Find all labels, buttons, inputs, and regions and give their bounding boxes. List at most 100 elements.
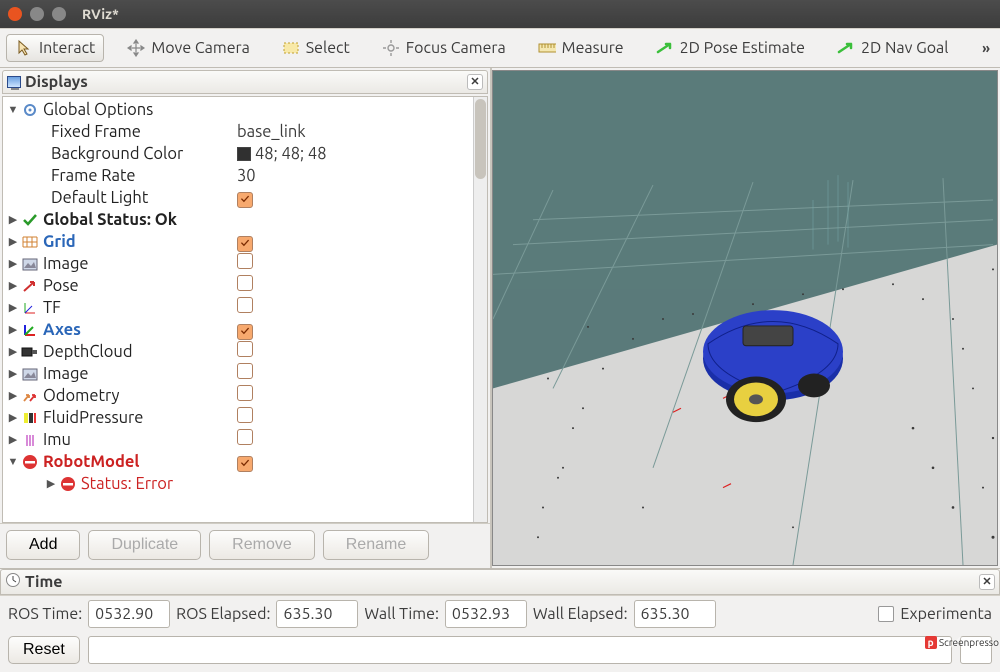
tool-2d-pose-estimate[interactable]: 2D Pose Estimate bbox=[647, 34, 814, 62]
expand-toggle[interactable]: ▶ bbox=[7, 209, 19, 231]
expand-toggle[interactable]: ▶ bbox=[7, 429, 19, 451]
tree-item-image-2[interactable]: ▶ Image bbox=[5, 363, 473, 385]
wall-elapsed-label: Wall Elapsed: bbox=[533, 605, 628, 623]
error-icon bbox=[59, 476, 77, 492]
3d-viewport[interactable] bbox=[492, 70, 998, 566]
tree-item-imu[interactable]: ▶ Imu bbox=[5, 429, 473, 451]
tree-item-global-status[interactable]: ▶ Global Status: Ok bbox=[5, 209, 473, 231]
prop-value[interactable]: 30 bbox=[237, 165, 256, 187]
checkbox[interactable] bbox=[237, 407, 253, 423]
checkbox[interactable] bbox=[237, 341, 253, 357]
checkbox[interactable] bbox=[237, 429, 253, 445]
tree-item-tf[interactable]: ▶ TF bbox=[5, 297, 473, 319]
reset-row: Reset bbox=[0, 632, 1000, 672]
tool-measure[interactable]: Measure bbox=[529, 34, 633, 62]
tree-item-robotmodel-status[interactable]: ▶ Status: Error bbox=[5, 473, 473, 495]
tree-item-fluidpressure[interactable]: ▶ FluidPressure bbox=[5, 407, 473, 429]
expand-toggle[interactable]: ▶ bbox=[7, 363, 19, 385]
window-titlebar: RViz* bbox=[0, 0, 1000, 28]
window-close-button[interactable] bbox=[8, 7, 22, 21]
ros-time-field[interactable]: 0532.90 bbox=[88, 600, 170, 628]
tree-item-pose[interactable]: ▶ Pose bbox=[5, 275, 473, 297]
checkbox[interactable] bbox=[237, 236, 253, 252]
tree-item-depthcloud[interactable]: ▶ DepthCloud bbox=[5, 341, 473, 363]
tree-item-image[interactable]: ▶ Image bbox=[5, 253, 473, 275]
expand-toggle[interactable]: ▶ bbox=[7, 385, 19, 407]
status-bar-short[interactable] bbox=[960, 636, 992, 664]
displays-tree[interactable]: ▼ Global Options Fixed Frame base_link B… bbox=[3, 97, 473, 522]
panel-title: Time bbox=[25, 573, 63, 591]
toolbar-overflow[interactable]: » bbox=[982, 40, 994, 56]
wall-elapsed-field[interactable]: 635.30 bbox=[634, 600, 716, 628]
checkbox[interactable] bbox=[237, 253, 253, 269]
expand-toggle[interactable]: ▶ bbox=[7, 319, 19, 341]
tool-label: Interact bbox=[39, 39, 95, 57]
tool-select[interactable]: Select bbox=[273, 34, 359, 62]
expand-toggle[interactable]: ▶ bbox=[7, 231, 19, 253]
checkbox[interactable] bbox=[237, 275, 253, 291]
panel-close-button[interactable]: ✕ bbox=[467, 74, 483, 90]
checkbox[interactable] bbox=[237, 324, 253, 340]
expand-toggle[interactable]: ▶ bbox=[7, 253, 19, 275]
wall-time-field[interactable]: 0532.93 bbox=[445, 600, 527, 628]
prop-label: Fixed Frame bbox=[51, 121, 141, 143]
tool-label: Measure bbox=[562, 39, 624, 57]
axes-icon bbox=[21, 322, 39, 338]
prop-frame-rate[interactable]: Frame Rate 30 bbox=[5, 165, 473, 187]
tree-label: Grid bbox=[43, 231, 76, 253]
tree-scrollbar[interactable] bbox=[473, 97, 487, 522]
window-maximize-button[interactable] bbox=[52, 7, 66, 21]
tf-icon bbox=[21, 300, 39, 316]
rename-button[interactable]: Rename bbox=[323, 530, 429, 560]
tree-item-axes[interactable]: ▶ Axes bbox=[5, 319, 473, 341]
tree-item-robotmodel[interactable]: ▼ RobotModel bbox=[5, 451, 473, 473]
ros-time-label: ROS Time: bbox=[8, 605, 82, 623]
checkbox[interactable] bbox=[237, 297, 253, 313]
expand-toggle[interactable]: ▼ bbox=[7, 99, 19, 121]
expand-toggle[interactable]: ▶ bbox=[7, 407, 19, 429]
checkbox[interactable] bbox=[237, 385, 253, 401]
tree-label: Global Status: Ok bbox=[43, 209, 177, 231]
tool-focus-camera[interactable]: Focus Camera bbox=[373, 34, 515, 62]
expand-toggle[interactable]: ▶ bbox=[45, 473, 57, 495]
tree-label: DepthCloud bbox=[43, 341, 132, 363]
tool-move-camera[interactable]: Move Camera bbox=[118, 34, 258, 62]
experimental-checkbox[interactable] bbox=[878, 606, 894, 622]
displays-header[interactable]: Displays ✕ bbox=[2, 70, 488, 94]
prop-default-light[interactable]: Default Light bbox=[5, 187, 473, 209]
expand-toggle[interactable]: ▶ bbox=[7, 341, 19, 363]
checkbox[interactable] bbox=[237, 192, 253, 208]
tree-item-grid[interactable]: ▶ Grid bbox=[5, 231, 473, 253]
tree-label: Image bbox=[43, 363, 89, 385]
displays-panel: Displays ✕ ▼ Global Options Fixed Frame … bbox=[0, 68, 492, 568]
tool-2d-nav-goal[interactable]: 2D Nav Goal bbox=[828, 34, 957, 62]
arrow-green-icon bbox=[656, 39, 674, 57]
move-icon bbox=[127, 39, 145, 57]
remove-button[interactable]: Remove bbox=[209, 530, 315, 560]
reset-button[interactable]: Reset bbox=[8, 636, 80, 664]
prop-fixed-frame[interactable]: Fixed Frame base_link bbox=[5, 121, 473, 143]
add-button[interactable]: Add bbox=[6, 530, 80, 560]
imu-icon bbox=[21, 432, 39, 448]
checkbox[interactable] bbox=[237, 456, 253, 472]
prop-bg-color[interactable]: Background Color 48; 48; 48 bbox=[5, 143, 473, 165]
tool-label: 2D Pose Estimate bbox=[680, 39, 805, 57]
duplicate-button[interactable]: Duplicate bbox=[88, 530, 201, 560]
ruler-icon bbox=[538, 39, 556, 57]
tool-interact[interactable]: Interact bbox=[6, 34, 104, 62]
expand-toggle[interactable]: ▶ bbox=[7, 297, 19, 319]
prop-value[interactable]: base_link bbox=[237, 121, 306, 143]
ros-elapsed-field[interactable]: 635.30 bbox=[276, 600, 358, 628]
expand-toggle[interactable]: ▼ bbox=[7, 451, 19, 473]
tree-item-odometry[interactable]: ▶ Odometry bbox=[5, 385, 473, 407]
prop-value[interactable]: 48; 48; 48 bbox=[237, 143, 327, 165]
workspace: Displays ✕ ▼ Global Options Fixed Frame … bbox=[0, 68, 1000, 568]
panel-close-button[interactable]: ✕ bbox=[979, 574, 995, 590]
select-icon bbox=[282, 39, 300, 57]
expand-toggle[interactable]: ▶ bbox=[7, 275, 19, 297]
checkbox[interactable] bbox=[237, 363, 253, 379]
status-bar-input[interactable] bbox=[88, 636, 952, 664]
window-minimize-button[interactable] bbox=[30, 7, 44, 21]
tree-item-global-options[interactable]: ▼ Global Options bbox=[5, 99, 473, 121]
odom-icon bbox=[21, 388, 39, 404]
